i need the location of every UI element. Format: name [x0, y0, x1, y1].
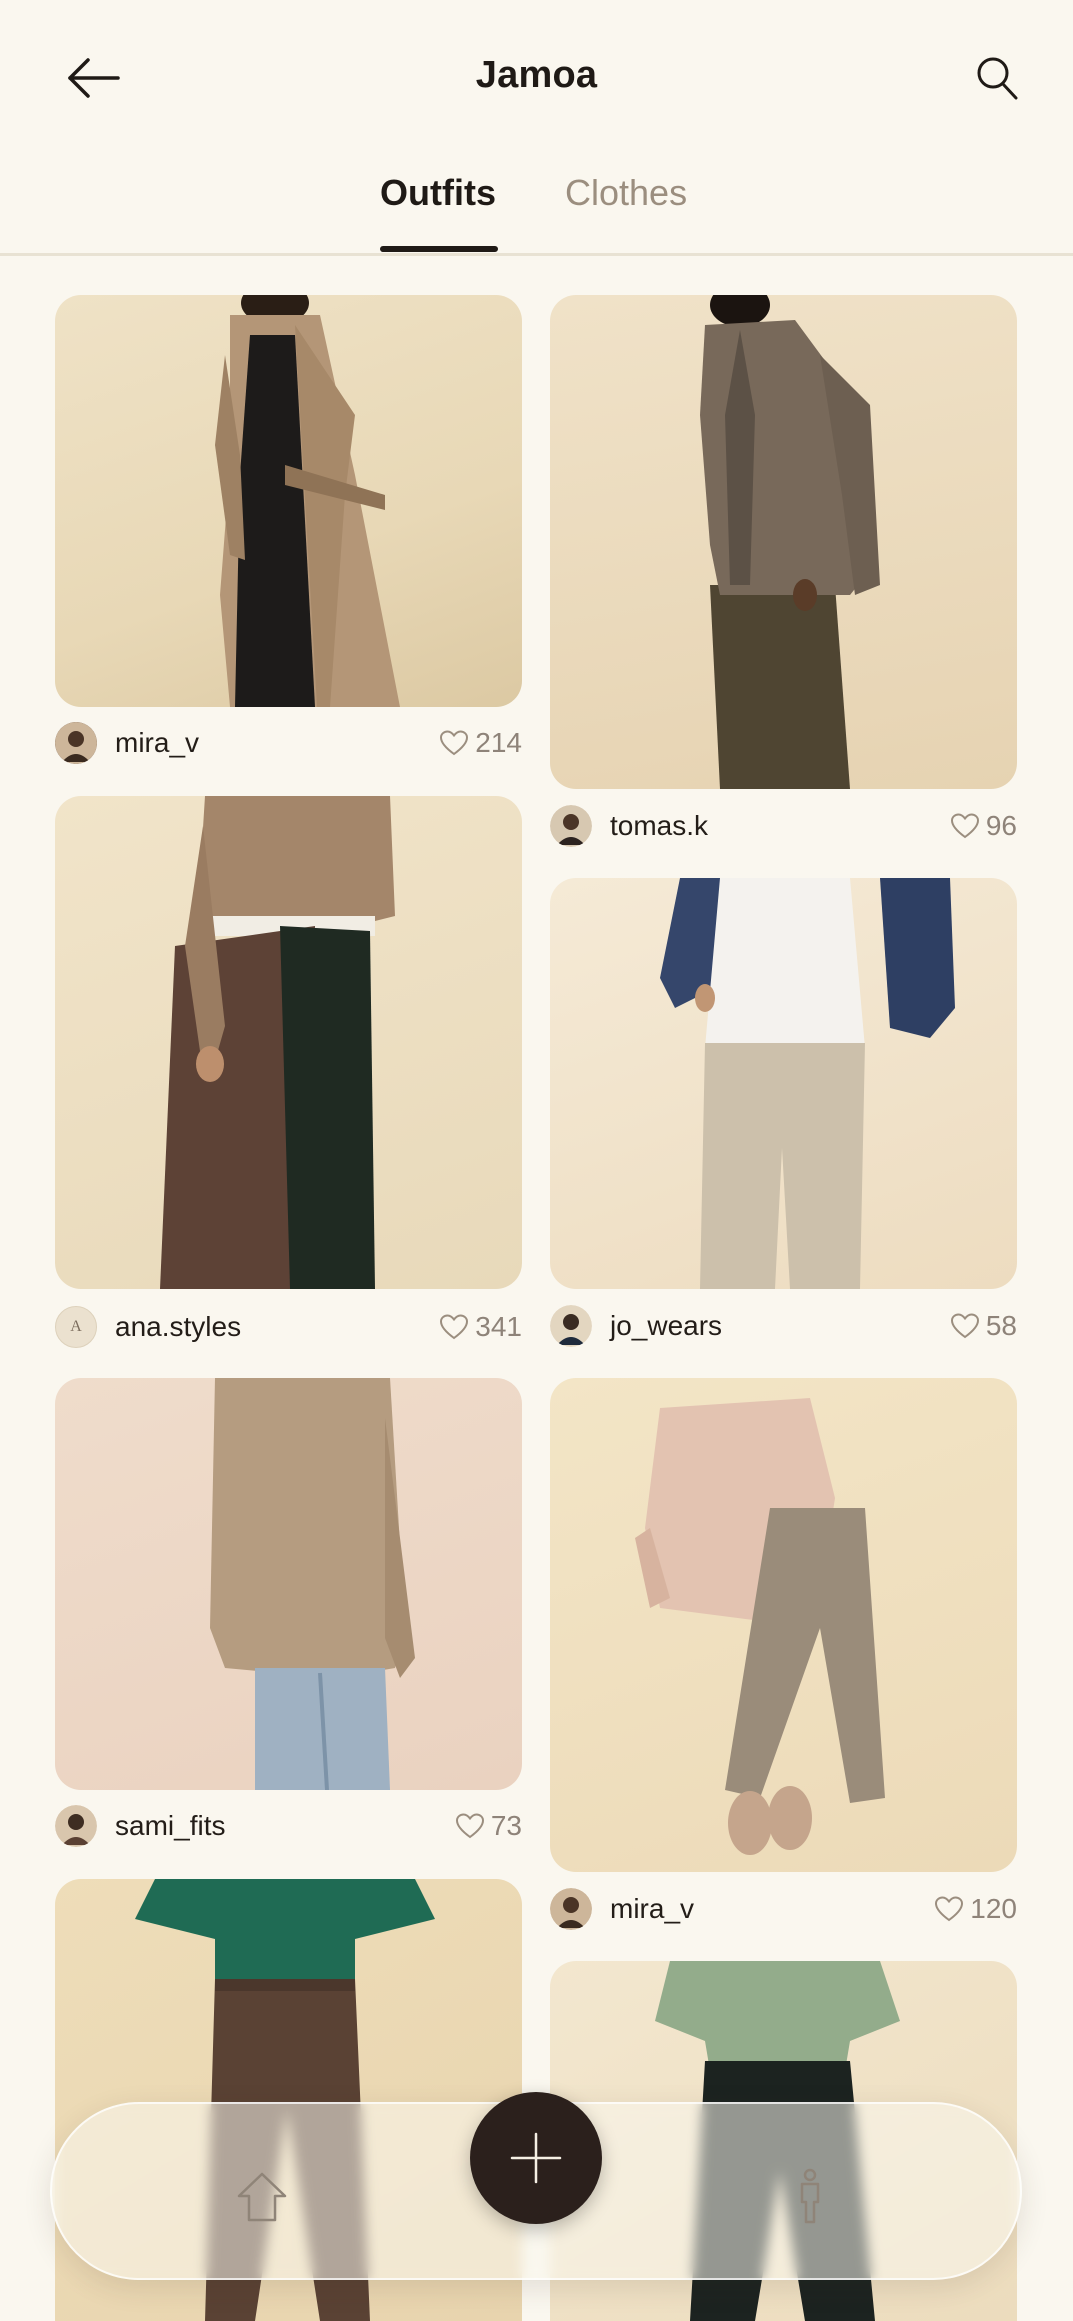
outfit-card[interactable]: A ana.styles 341 — [55, 796, 522, 1348]
outfit-card[interactable]: mira_v 120 — [550, 1378, 1017, 1930]
username[interactable]: tomas.k — [610, 810, 708, 842]
outfit-illustration — [635, 1398, 885, 1855]
avatar[interactable] — [55, 722, 97, 764]
search-button[interactable] — [961, 48, 1033, 108]
post-meta: mira_v 120 — [550, 1884, 1017, 1934]
like-count: 341 — [475, 1311, 522, 1342]
like-count: 58 — [985, 1310, 1017, 1341]
like-button[interactable]: 120 — [934, 1893, 1017, 1925]
avatar-initial: A — [70, 1318, 82, 1335]
active-tab-indicator — [380, 246, 498, 252]
avatar-photo — [55, 722, 97, 764]
outfit-illustration — [215, 295, 400, 707]
outfit-card[interactable]: mira_v 214 — [55, 295, 522, 764]
username[interactable]: mira_v — [610, 1893, 694, 1925]
home-button[interactable] — [227, 2162, 297, 2232]
post-meta: A ana.styles 341 — [55, 1302, 522, 1352]
outfit-photo[interactable] — [55, 1378, 522, 1790]
heart-icon — [440, 730, 469, 756]
heart-icon — [950, 1313, 979, 1339]
avatar-photo — [550, 1888, 592, 1930]
add-outfit-button[interactable] — [470, 2092, 602, 2224]
like-count: 120 — [970, 1893, 1017, 1924]
like-button[interactable]: 58 — [950, 1310, 1017, 1342]
like-button[interactable]: 214 — [439, 727, 522, 759]
outfit-photo[interactable] — [550, 878, 1017, 1289]
avatar-photo — [550, 1305, 592, 1347]
post-meta: tomas.k 96 — [550, 801, 1017, 851]
like-button[interactable]: 341 — [439, 1311, 522, 1343]
outfit-card[interactable]: sami_fits 73 — [55, 1378, 522, 1847]
like-count: 214 — [475, 727, 522, 758]
heart-icon — [455, 1813, 484, 1839]
avatar[interactable] — [550, 1888, 592, 1930]
app-header: Jamoa — [0, 0, 1073, 155]
like-button[interactable]: 73 — [455, 1810, 522, 1842]
username[interactable]: ana.styles — [115, 1311, 241, 1343]
username[interactable]: sami_fits — [115, 1810, 225, 1842]
avatar-photo — [55, 1805, 97, 1847]
tab-outfits[interactable]: Outfits — [380, 172, 496, 214]
avatar[interactable] — [550, 1305, 592, 1347]
outfit-illustration — [700, 295, 880, 789]
outfit-photo[interactable] — [55, 295, 522, 707]
person-icon — [800, 2168, 820, 2224]
avatar[interactable] — [55, 1805, 97, 1847]
heart-icon — [440, 1314, 469, 1340]
avatar[interactable]: A — [55, 1306, 97, 1348]
outfit-card[interactable]: jo_wears 58 — [550, 878, 1017, 1347]
outfit-illustration — [160, 796, 395, 1289]
post-meta: sami_fits 73 — [55, 1801, 522, 1851]
outfit-photo[interactable] — [550, 295, 1017, 789]
home-icon — [237, 2172, 287, 2222]
like-button[interactable]: 96 — [950, 810, 1017, 842]
avatar[interactable] — [550, 805, 592, 847]
plus-icon — [510, 2132, 562, 2184]
avatar-photo — [550, 805, 592, 847]
outfit-photo[interactable] — [550, 1378, 1017, 1872]
post-meta: jo_wears 58 — [550, 1301, 1017, 1351]
app-title: Jamoa — [475, 54, 598, 96]
tab-bar: Outfits Clothes — [0, 160, 1073, 256]
post-meta: mira_v 214 — [55, 718, 522, 768]
heart-icon — [935, 1896, 964, 1922]
outfit-illustration — [660, 878, 955, 1289]
username[interactable]: jo_wears — [610, 1310, 722, 1342]
like-count: 96 — [985, 810, 1017, 841]
profile-button[interactable] — [775, 2162, 845, 2232]
tab-clothes[interactable]: Clothes — [565, 172, 687, 214]
search-icon — [977, 57, 1018, 100]
outfit-photo[interactable] — [55, 796, 522, 1289]
outfit-illustration — [210, 1378, 415, 1790]
like-count: 73 — [490, 1810, 522, 1841]
username[interactable]: mira_v — [115, 727, 199, 759]
heart-icon — [950, 813, 979, 839]
outfit-card[interactable]: tomas.k 96 — [550, 295, 1017, 847]
